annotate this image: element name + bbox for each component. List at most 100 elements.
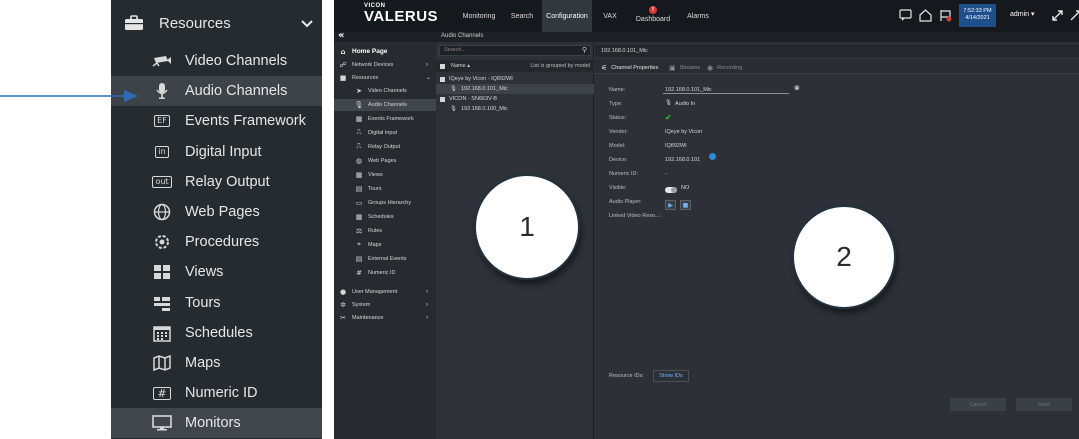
- tab-monitoring[interactable]: Monitoring: [454, 0, 504, 32]
- sidebar-item-procedures[interactable]: Procedures: [111, 227, 322, 257]
- sidebar-subitem[interactable]: ▤ Tours: [334, 183, 436, 195]
- device-info-icon[interactable]: [709, 153, 716, 160]
- property-label: Model:: [609, 143, 626, 149]
- sidebar-item-system[interactable]: ✲ System ›: [334, 299, 436, 311]
- sidebar-item-video-channels[interactable]: Video Channels: [111, 46, 322, 76]
- chevron-down-icon: ⌄: [426, 75, 432, 82]
- name-field[interactable]: [663, 85, 789, 94]
- resources-header[interactable]: Resources: [111, 0, 322, 46]
- sidebar-subitem[interactable]: ◍ Web Pages: [334, 155, 436, 167]
- sidebar-subitem[interactable]: ⌖ Maps: [334, 239, 436, 251]
- sidebar-subitem[interactable]: ▦ Events Framework: [334, 113, 436, 125]
- collapse-sidebar-icon[interactable]: «: [338, 30, 344, 41]
- flag-icon[interactable]: [938, 8, 952, 22]
- sidebar-item-relay-output[interactable]: out Relay Output: [111, 167, 322, 197]
- property-value: IQ892WI: [665, 143, 687, 149]
- tree-item-label: 192.168.0.101_Mic: [460, 86, 508, 92]
- sidebar-item-label: Views: [368, 171, 383, 178]
- tab-vax[interactable]: VAX: [592, 0, 628, 32]
- sidebar-item-resources[interactable]: ■ Resources ⌄: [334, 72, 436, 84]
- sidebar-item-tours[interactable]: Tours: [111, 288, 322, 318]
- valerus-logo: VICON VALERUS: [364, 3, 438, 25]
- chevron-right-icon: ›: [426, 61, 428, 68]
- sidebar-item-views[interactable]: Views: [111, 257, 322, 287]
- zoomed-resources-sidebar: Resources Video Channels Audio Channels …: [111, 0, 322, 439]
- user-menu[interactable]: admin ▾: [1010, 10, 1035, 18]
- property-value: IQeye by Vicon: [665, 129, 703, 135]
- breadcrumb: Audio Channels: [441, 33, 484, 39]
- sidebar-subitem[interactable]: ⎍ Digital Input: [334, 127, 436, 139]
- sidebar-item-label: Groups Hierarchy: [368, 199, 412, 206]
- callout-bubble-1: 1: [474, 174, 580, 280]
- sidebar-item-label: Events Framework: [368, 115, 414, 122]
- reset-icon[interactable]: ⊗: [794, 84, 800, 92]
- sidebar-subitem[interactable]: ⎍ Relay Output: [334, 141, 436, 153]
- properties-title: 192.168.0.101_Mic: [595, 45, 1079, 57]
- sidebar-item-schedules[interactable]: Schedules: [111, 318, 322, 348]
- sidebar-item-label: Web Pages: [368, 157, 397, 164]
- expand-secondary-icon[interactable]: [1068, 8, 1079, 22]
- tab-channel-properties[interactable]: ⚟ Channel Properties: [601, 62, 658, 73]
- tree-item[interactable]: 🎙 192.168.0.101_Mic: [436, 84, 594, 94]
- sidebar-item-home[interactable]: ⌂ Home Page: [334, 46, 436, 58]
- sidebar-subitem[interactable]: ⚖ Rules: [334, 225, 436, 237]
- sidebar-item-maintenance[interactable]: ✂ Maintenance ›: [334, 312, 436, 324]
- property-label: Linked Video Reso...:: [609, 213, 662, 219]
- play-button[interactable]: ▶: [665, 200, 676, 210]
- sidebar-subitem[interactable]: ➤ Video Channels: [334, 85, 436, 97]
- save-button[interactable]: Save: [1016, 398, 1072, 411]
- group-checkbox[interactable]: [440, 76, 445, 82]
- schedules-icon: [151, 324, 173, 342]
- sidebar-item-monitors[interactable]: Monitors: [111, 408, 322, 439]
- sidebar-subitem[interactable]: ▤ External Events: [334, 253, 436, 265]
- sidebar-item-numeric-id[interactable]: # Numeric ID: [111, 378, 322, 408]
- search-input[interactable]: Search... ⚲: [439, 45, 591, 56]
- sidebar-subitem[interactable]: ▦ Views: [334, 169, 436, 181]
- sidebar-item-events-framework[interactable]: EF Events Framework: [111, 106, 322, 136]
- pointer-arrow-icon: [0, 90, 138, 102]
- digital-input-icon: in: [151, 143, 173, 161]
- sidebar-subitem[interactable]: 🎙 Audio Channels: [334, 99, 436, 111]
- name-column-header[interactable]: Name ▴: [451, 63, 530, 69]
- sidebar-item-digital-input[interactable]: in Digital Input: [111, 137, 322, 167]
- tree-group[interactable]: IQeye by Vicon - IQ892WI: [436, 74, 594, 84]
- tab-recording[interactable]: ◉ Recording: [707, 62, 742, 73]
- chat-icon[interactable]: [898, 8, 912, 22]
- resource-icon: ➤: [356, 86, 362, 95]
- group-checkbox[interactable]: [440, 96, 445, 102]
- sidebar-item-network-devices[interactable]: ☍ Network Devices ›: [334, 59, 436, 71]
- tab-configuration[interactable]: Configuration: [542, 0, 592, 32]
- resources-header-label: Resources: [159, 14, 231, 32]
- sidebar-item-label: Relay Output: [368, 143, 401, 150]
- cancel-button[interactable]: Cancel: [950, 398, 1006, 411]
- select-all-checkbox[interactable]: [440, 63, 445, 69]
- tab-streams[interactable]: ▣ Streams: [669, 62, 700, 73]
- visible-toggle[interactable]: [665, 187, 677, 193]
- sidebar-item-label: Digital Input: [185, 143, 262, 160]
- show-ids-button[interactable]: Show IDs: [653, 370, 689, 382]
- sidebar-item-maps[interactable]: Maps: [111, 348, 322, 378]
- property-label: Numeric ID:: [609, 171, 639, 177]
- tab-search[interactable]: Search: [504, 0, 540, 32]
- tab-dashboard[interactable]: ! Dashboard: [628, 0, 678, 32]
- chevron-down-icon[interactable]: [292, 15, 322, 31]
- inbox-icon[interactable]: [918, 8, 932, 22]
- tab-dashboard-label: Dashboard: [635, 15, 671, 23]
- sidebar-subitem[interactable]: ▦ Schedules: [334, 211, 436, 223]
- sidebar-item-label: Network Devices: [352, 61, 394, 68]
- sidebar-subitem[interactable]: # Numeric ID: [334, 267, 436, 279]
- resource-icon: ⚖: [355, 226, 363, 235]
- resource-icon: #: [356, 268, 362, 277]
- tree-item[interactable]: 🎙 192.168.0.100_Mic: [436, 104, 594, 114]
- expand-icon[interactable]: [1050, 8, 1064, 22]
- tab-alarms[interactable]: Alarms: [678, 0, 718, 32]
- sidebar-item-user-management[interactable]: ● User Management ›: [334, 286, 436, 298]
- sidebar-item-audio-channels[interactable]: Audio Channels: [111, 76, 322, 107]
- sidebar-item-label: Events Framework: [185, 113, 306, 130]
- tree-group[interactable]: VICON - SN663V-B: [436, 94, 594, 104]
- sidebar-item-web-pages[interactable]: Web Pages: [111, 197, 322, 227]
- stop-button[interactable]: ■: [680, 200, 691, 210]
- search-icon[interactable]: ⚲: [582, 46, 587, 55]
- name-column-label: Name: [451, 63, 466, 69]
- sidebar-subitem[interactable]: ▭ Groups Hierarchy: [334, 197, 436, 209]
